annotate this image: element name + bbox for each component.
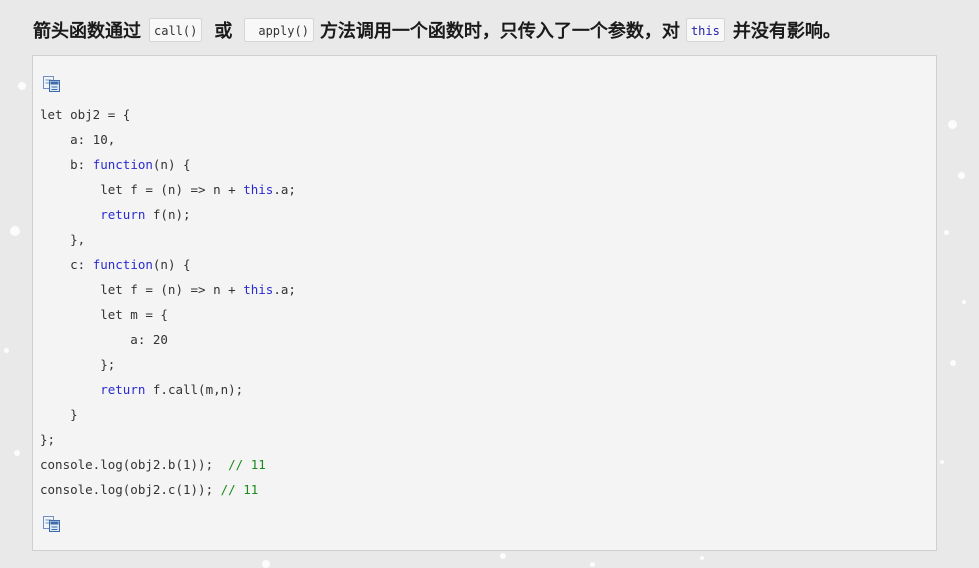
code-text: let m = { xyxy=(40,307,168,322)
heading-text-3: 方法调用一个函数时，只传入了一个参数，对 xyxy=(319,21,680,42)
code-text: }, xyxy=(40,232,86,247)
code-text: (n) { xyxy=(152,157,191,172)
code-line: } xyxy=(40,402,296,427)
code-text: a: 10, xyxy=(40,132,116,147)
code-keyword: function xyxy=(92,157,153,172)
code-text: f.call(m,n); xyxy=(145,382,244,397)
code-line: console.log(obj2.b(1)); // 11 xyxy=(40,452,296,477)
code-text: a: 20 xyxy=(40,332,168,347)
code-text: console.log(obj2.b(1)); xyxy=(40,457,229,472)
section-heading: 箭头函数通过 call() 或 apply() 方法调用一个函数时，只传入了一个… xyxy=(33,15,841,45)
code-comment: // 11 xyxy=(220,482,259,497)
code-comment: // 11 xyxy=(228,457,266,472)
code-line: }; xyxy=(40,427,296,452)
code-block: let obj2 = { a: 10, b: function(n) { let… xyxy=(32,55,937,551)
code-line: }, xyxy=(40,227,296,252)
code-line: return f.call(m,n); xyxy=(40,377,296,402)
code-text: b: xyxy=(40,157,93,172)
code-text: (n) { xyxy=(152,257,191,272)
heading-text-2: 或 xyxy=(214,21,233,42)
code-text: let f = (n) => n + xyxy=(40,182,244,197)
code-keyword: function xyxy=(92,257,153,272)
code-keyword: this xyxy=(243,182,274,197)
code-line: console.log(obj2.c(1)); // 11 xyxy=(40,477,296,502)
code-keyword: return xyxy=(100,207,146,222)
code-text: }; xyxy=(40,357,116,372)
inline-code-this: this xyxy=(685,18,725,42)
code-text: .a; xyxy=(273,182,296,197)
code-line: let f = (n) => n + this.a; xyxy=(40,277,296,302)
code-text: .a; xyxy=(273,282,296,297)
code-text: let obj2 = { xyxy=(40,107,131,122)
heading-text-4: 并没有影响。 xyxy=(732,21,841,42)
code-line: let f = (n) => n + this.a; xyxy=(40,177,296,202)
code-text: } xyxy=(40,407,78,422)
code-keyword: this xyxy=(243,282,274,297)
code-line: b: function(n) { xyxy=(40,152,296,177)
code-line: a: 10, xyxy=(40,127,296,152)
code-line: let obj2 = { xyxy=(40,102,296,127)
code-keyword: return xyxy=(100,382,146,397)
inline-code-apply: apply() xyxy=(244,18,314,42)
code-line: a: 20 xyxy=(40,327,296,352)
code-line: let m = { xyxy=(40,302,296,327)
code-text: f(n); xyxy=(145,207,191,222)
code-text: c: xyxy=(40,257,93,272)
copy-code-icon[interactable] xyxy=(42,515,62,533)
code-line: }; xyxy=(40,352,296,377)
code-line: return f(n); xyxy=(40,202,296,227)
copy-code-icon[interactable] xyxy=(42,75,62,93)
heading-text-1: 箭头函数通过 xyxy=(33,21,141,42)
code-lines: let obj2 = { a: 10, b: function(n) { let… xyxy=(40,102,296,502)
code-text: }; xyxy=(40,432,56,447)
code-text: let f = (n) => n + xyxy=(40,282,244,297)
inline-code-call: call() xyxy=(149,18,203,42)
code-line: c: function(n) { xyxy=(40,252,296,277)
code-text: console.log(obj2.c(1)); xyxy=(40,482,221,497)
